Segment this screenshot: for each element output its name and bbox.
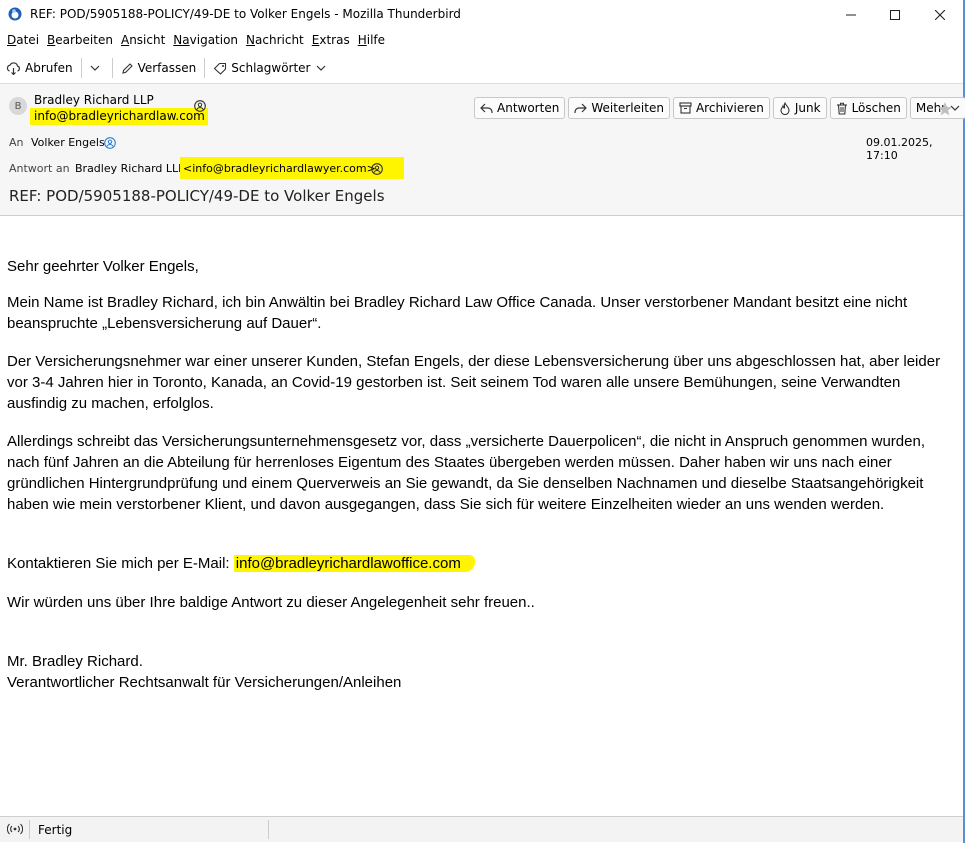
delete-label: Löschen [851, 101, 901, 115]
thunderbird-window: REF: POD/5905188-POLICY/49-DE to Volker … [0, 0, 965, 843]
reply-to-email[interactable]: <info@bradleyrichardlawyer.com> [183, 162, 376, 175]
star-icon[interactable] [937, 101, 953, 117]
menu-navigation[interactable]: Navigation [173, 33, 238, 47]
chevron-down-icon [90, 65, 100, 71]
status-divider [268, 820, 269, 839]
main-toolbar: Abrufen Verfassen Schlagwörter [0, 53, 963, 84]
fire-icon [780, 101, 790, 115]
reply-button[interactable]: Antworten [474, 97, 566, 119]
signature-title: Verantwortlicher Rechtsanwalt für Versic… [7, 674, 402, 691]
archive-button[interactable]: Archivieren [672, 97, 770, 119]
message-subject: REF: POD/5905188-POLICY/49-DE to Volker … [9, 187, 385, 205]
forward-icon [574, 103, 588, 113]
thunderbird-app-icon [8, 7, 22, 21]
forward-button[interactable]: Weiterleiten [568, 97, 670, 119]
title-bar: REF: POD/5905188-POLICY/49-DE to Volker … [0, 0, 963, 29]
contact-email-link[interactable]: info@bradleyrichardlawoffice.com [233, 555, 475, 572]
sender-name[interactable]: Bradley Richard LLP [34, 93, 154, 107]
maximize-icon [890, 9, 900, 20]
window-title: REF: POD/5905188-POLICY/49-DE to Volker … [30, 7, 461, 21]
sender-email[interactable]: info@bradleyrichardlaw.com [30, 108, 208, 125]
get-messages-label: Abrufen [25, 61, 73, 75]
paragraph-closing: Wir würden uns über Ihre baldige Antwort… [7, 594, 535, 611]
toolbar-divider [80, 58, 82, 78]
toolbar-divider [204, 58, 206, 78]
reply-label: Antworten [497, 101, 560, 115]
tags-button[interactable]: Schlagwörter [207, 56, 331, 80]
avatar: B [9, 97, 27, 115]
archive-icon [679, 102, 692, 114]
trash-icon [836, 102, 847, 115]
header-action-buttons: Antworten Weiterleiten Archivieren Junk … [474, 97, 965, 119]
to-label: An [9, 136, 24, 149]
menu-ansicht[interactable]: Ansicht [121, 33, 165, 47]
menu-bar: Datei Bearbeiten Ansicht Navigation Nach… [0, 29, 963, 51]
status-bar: Fertig [0, 816, 963, 842]
close-icon [935, 9, 945, 20]
reply-to-name[interactable]: Bradley Richard LLP [75, 162, 185, 175]
get-messages-dropdown[interactable] [84, 56, 110, 80]
paragraph-law: Allerdings schreibt das Versicherungsunt… [7, 433, 925, 513]
contact-icon[interactable] [371, 163, 383, 175]
tags-label: Schlagwörter [231, 61, 311, 75]
close-button[interactable] [917, 0, 963, 29]
online-status-icon[interactable] [7, 823, 23, 835]
message-date: 09.01.2025, 17:10 [866, 136, 933, 162]
greeting: Sehr geehrter Volker Engels, [7, 258, 199, 275]
archive-label: Archivieren [695, 101, 764, 115]
status-text: Fertig [38, 823, 73, 837]
chevron-down-icon [316, 65, 325, 71]
contact-icon[interactable] [104, 137, 116, 149]
reply-icon [480, 103, 493, 113]
reply-to-label: Antwort an [9, 162, 70, 175]
minimize-icon [846, 14, 856, 15]
menu-extras[interactable]: Extras [312, 33, 350, 47]
forward-label: Weiterleiten [591, 101, 664, 115]
maximize-button[interactable] [872, 0, 918, 29]
contact-prefix: Kontaktieren Sie mich per E-Mail: [7, 555, 234, 572]
minimize-button[interactable] [828, 0, 874, 29]
recipient-name[interactable]: Volker Engels [31, 136, 105, 149]
get-messages-button[interactable]: Abrufen [0, 56, 79, 80]
delete-button[interactable]: Löschen [829, 97, 907, 119]
toolbar-divider [111, 58, 113, 78]
menu-datei[interactable]: Datei [7, 33, 39, 47]
junk-button[interactable]: Junk [772, 97, 827, 119]
download-cloud-icon [6, 61, 20, 75]
contact-icon[interactable] [194, 100, 206, 112]
paragraph-policyholder: Der Versicherungsnehmer war einer unsere… [7, 353, 941, 412]
menu-hilfe[interactable]: Hilfe [358, 33, 385, 47]
tag-icon [213, 62, 227, 75]
menu-nachricht[interactable]: Nachricht [246, 33, 304, 47]
status-divider [29, 820, 30, 839]
paragraph-contact: Kontaktieren Sie mich per E-Mail: info@b… [7, 553, 475, 574]
menu-bearbeiten[interactable]: Bearbeiten [47, 33, 113, 47]
pencil-icon [121, 62, 133, 74]
junk-label: Junk [794, 101, 821, 115]
paragraph-intro: Mein Name ist Bradley Richard, ich bin A… [7, 294, 908, 332]
message-header: B Bradley Richard LLP info@bradleyrichar… [0, 84, 965, 216]
compose-label: Verfassen [137, 61, 197, 75]
signature-name: Mr. Bradley Richard. [7, 653, 143, 670]
compose-button[interactable]: Verfassen [115, 56, 203, 80]
